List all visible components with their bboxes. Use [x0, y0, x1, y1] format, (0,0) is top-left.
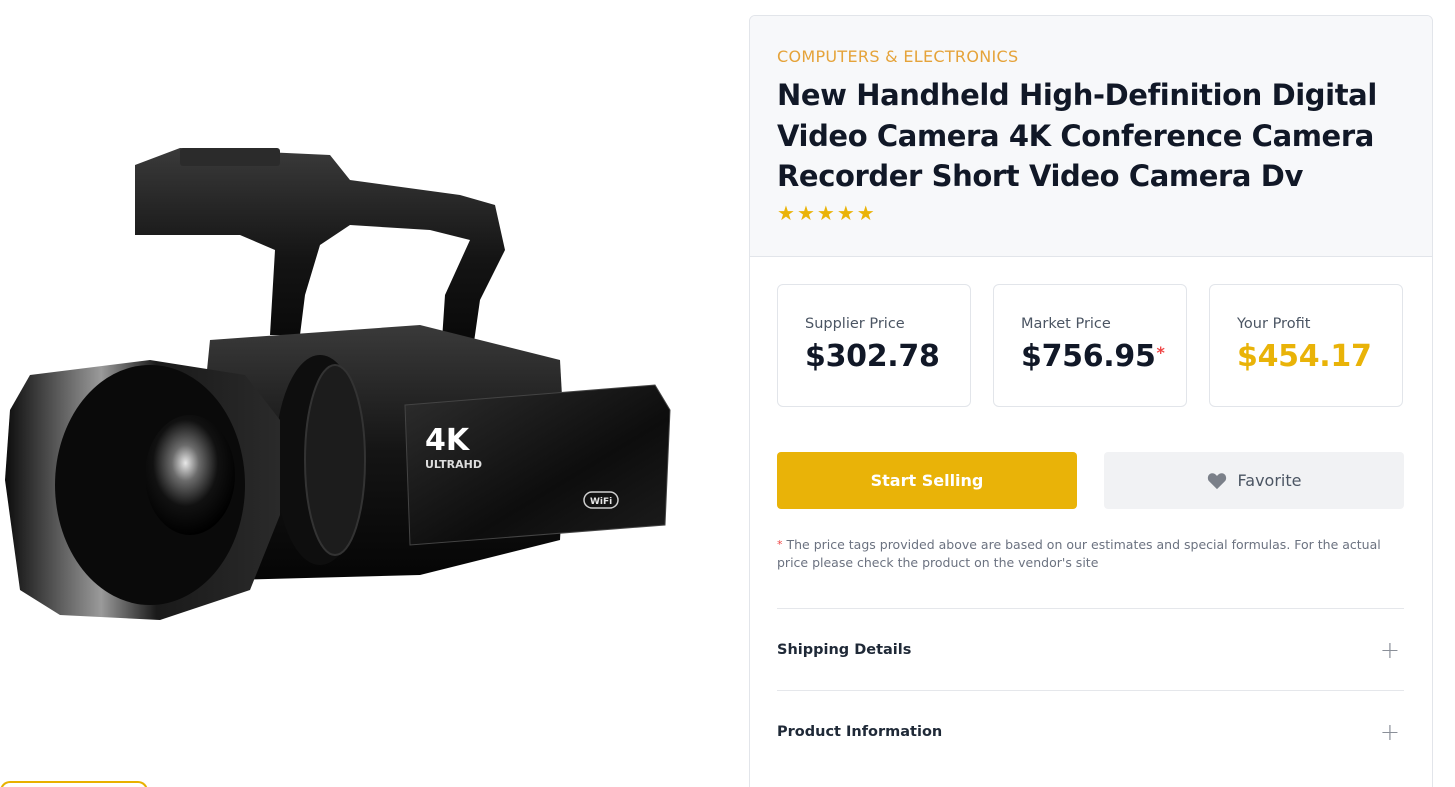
- profit-value: $454.17: [1237, 339, 1372, 374]
- product-image: 4K ULTRAHD WiFi: [0, 120, 700, 660]
- market-price-card: Market Price $756.95*: [993, 284, 1187, 407]
- disclaimer-text: The price tags provided above are based …: [777, 537, 1381, 570]
- product-page: 4K ULTRAHD WiFi COMPUTERS & ELECTRONICS …: [0, 0, 1455, 787]
- accordion-product-information[interactable]: Product Information +: [777, 691, 1404, 772]
- partial-outline-badge: [0, 781, 148, 787]
- product-details-panel: COMPUTERS & ELECTRONICS New Handheld Hig…: [749, 15, 1433, 787]
- star-icon: ★: [836, 200, 855, 225]
- star-icon: ★: [816, 200, 835, 225]
- favorite-label: Favorite: [1237, 471, 1302, 490]
- accordion-shipping-details[interactable]: Shipping Details +: [777, 609, 1404, 690]
- market-price-wrapper: $756.95*: [1021, 339, 1186, 375]
- star-icon: ★: [796, 200, 815, 225]
- product-body: Supplier Price $302.78 Market Price $756…: [750, 257, 1432, 772]
- price-cards: Supplier Price $302.78 Market Price $756…: [777, 284, 1404, 407]
- market-price-label: Market Price: [1021, 316, 1111, 332]
- plus-icon[interactable]: +: [1380, 638, 1400, 662]
- profit-label: Your Profit: [1237, 316, 1311, 332]
- star-icon: ★: [777, 200, 795, 225]
- action-buttons: Start Selling Favorite: [777, 452, 1404, 509]
- 4k-badge-text: 4K: [425, 423, 471, 458]
- accordion-label: Product Information: [777, 723, 943, 740]
- profit-card: Your Profit $454.17: [1209, 284, 1403, 407]
- supplier-price-card: Supplier Price $302.78: [777, 284, 971, 407]
- product-header: COMPUTERS & ELECTRONICS New Handheld Hig…: [750, 16, 1432, 257]
- market-price-asterisk: *: [1156, 343, 1165, 362]
- accordion-label: Shipping Details: [777, 641, 912, 658]
- supplier-price-value: $302.78: [805, 339, 940, 374]
- price-disclaimer: * The price tags provided above are base…: [777, 536, 1403, 572]
- star-icon: ★: [856, 200, 875, 225]
- product-title: New Handheld High-Definition Digital Vid…: [777, 78, 1377, 193]
- ultrahd-badge-text: ULTRAHD: [425, 458, 482, 471]
- heart-icon: [1207, 472, 1226, 489]
- market-price-value: $756.95: [1021, 339, 1156, 374]
- wifi-badge-text: WiFi: [590, 497, 612, 507]
- start-selling-button[interactable]: Start Selling: [777, 452, 1077, 509]
- favorite-button[interactable]: Favorite: [1104, 452, 1404, 509]
- product-category[interactable]: COMPUTERS & ELECTRONICS: [777, 47, 1405, 67]
- supplier-price-label: Supplier Price: [805, 316, 905, 332]
- plus-icon[interactable]: +: [1380, 720, 1400, 744]
- rating-stars: ★ ★ ★ ★ ★: [777, 202, 1405, 224]
